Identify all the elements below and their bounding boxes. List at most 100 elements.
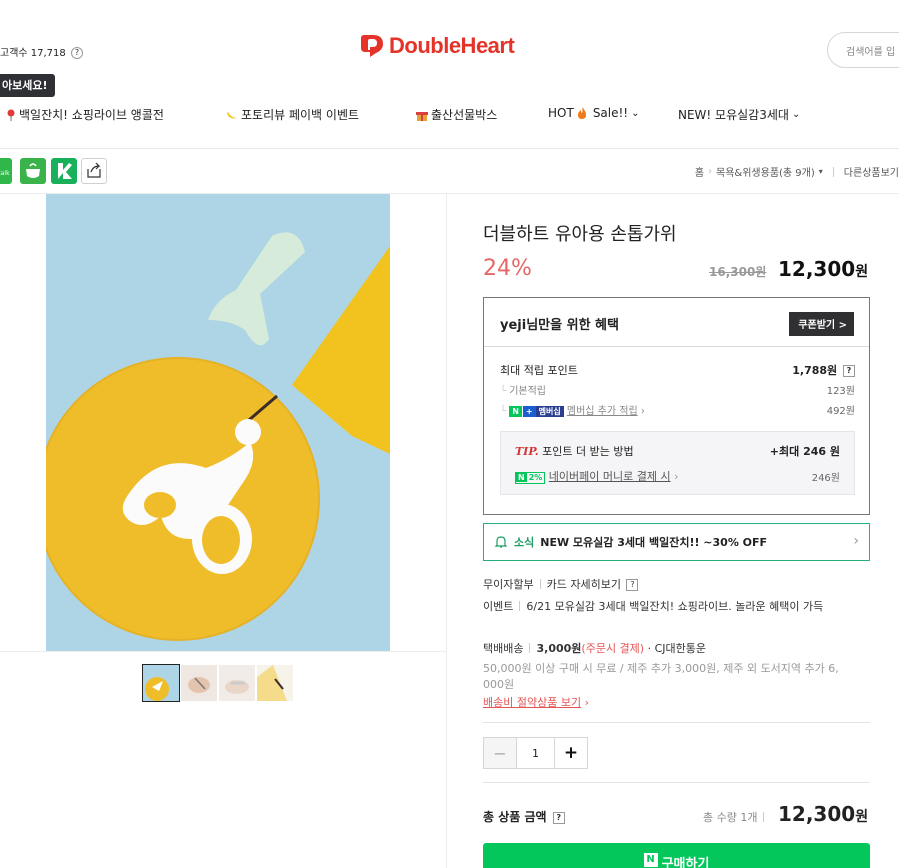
heart-logo-icon bbox=[361, 35, 383, 57]
quantity-minus-button[interactable]: − bbox=[484, 738, 517, 768]
news-banner[interactable]: 소식 NEW 모유실감 3세대 백일잔치!! ~30% OFF › bbox=[483, 523, 870, 561]
base-points-label: └ 기본적립 bbox=[500, 386, 547, 397]
nav-item-photo-review[interactable]: 포토리뷰 페이백 이벤트 bbox=[226, 106, 359, 123]
benefit-heading: yeji님만을 위한 혜택 bbox=[500, 318, 619, 333]
other-products-link[interactable]: 다른상품보기 bbox=[844, 164, 899, 179]
tip-mark: TIP. bbox=[515, 445, 539, 458]
shipping-saving-link[interactable]: 배송비 절약상품 보기 › bbox=[483, 694, 589, 710]
kakao-story-share-icon[interactable] bbox=[51, 158, 77, 184]
divider bbox=[484, 346, 869, 347]
naver-pay-2pct-icon: N 2% bbox=[515, 472, 546, 484]
buy-button-label: 구매하기 bbox=[661, 857, 710, 868]
delivery-label: 택배배송 bbox=[483, 642, 524, 655]
tip-value: +최대 246 원 bbox=[769, 445, 840, 458]
news-tag: 소식 bbox=[514, 536, 535, 549]
talk-share-icon[interactable]: talk bbox=[0, 158, 12, 184]
nav-item-new-series[interactable]: NEW! 모유실감3세대 ⌄ bbox=[678, 106, 800, 123]
help-icon[interactable]: ? bbox=[626, 579, 639, 591]
npay-badge-text: 2% bbox=[528, 473, 543, 482]
max-points-label: 최대 적립 포인트 bbox=[500, 364, 578, 377]
event-row[interactable]: 이벤트 6/21 모유실감 3세대 백일잔치! 쇼핑라이브. 놀라운 혜택이 가득 bbox=[483, 598, 823, 614]
nav-item-label: 포토리뷰 페이백 이벤트 bbox=[241, 108, 360, 122]
base-points-text: 기본적립 bbox=[509, 386, 547, 397]
chevron-right-icon: › bbox=[584, 696, 589, 709]
banana-icon bbox=[227, 111, 237, 118]
thumbnail-2[interactable] bbox=[181, 665, 217, 701]
membership-points-row[interactable]: └ N + 멤버십 멤버십 추가 적립 › 492원 bbox=[500, 402, 855, 417]
bell-icon bbox=[494, 536, 508, 548]
membership-points-value: 492원 bbox=[826, 406, 855, 417]
visitor-count-text: 고객수 17,718 bbox=[0, 48, 66, 59]
sale-price: 12,300원 bbox=[778, 257, 868, 281]
max-points-row: 최대 적립 포인트 1,788원 ? bbox=[500, 362, 855, 378]
brand-logo[interactable]: DoubleHeart bbox=[359, 33, 515, 59]
coupon-button[interactable]: 쿠폰받기 > bbox=[789, 312, 854, 336]
sale-price-value: 12,300 bbox=[778, 257, 856, 281]
currency: 원 bbox=[855, 264, 869, 280]
delivery-condition-line1: 50,000원 이상 구매 시 무료 / 제주 추가 3,000원, 제주 외 … bbox=[483, 662, 839, 675]
share-icon[interactable] bbox=[81, 158, 107, 184]
product-image[interactable] bbox=[46, 194, 390, 651]
brand-name: DoubleHeart bbox=[389, 33, 515, 58]
search-input[interactable]: 검색어를 입 bbox=[827, 32, 899, 68]
nav-item-gift-box[interactable]: 출산선물박스 bbox=[416, 106, 497, 123]
quantity-plus-button[interactable]: + bbox=[554, 738, 587, 768]
chevron-down-icon: ⌄ bbox=[631, 107, 640, 119]
nav-item-hot-sale[interactable]: HOT Sale!! ⌄ bbox=[548, 106, 640, 120]
fire-icon bbox=[577, 107, 586, 119]
total-count-text: 총 수량 1개 bbox=[703, 811, 758, 824]
nav-item-label2: Sale!! bbox=[592, 106, 629, 120]
npay-money-row[interactable]: N 2% 네이버페이 머니로 결제 시 › 246원 bbox=[515, 468, 840, 484]
thumbnail-4[interactable] bbox=[257, 665, 293, 701]
breadcrumb-home[interactable]: 홈 bbox=[695, 164, 704, 179]
event-text: 6/21 모유실감 3세대 백일잔치! 쇼핑라이브. 놀라운 혜택이 가득 bbox=[526, 600, 824, 613]
help-icon[interactable]: ? bbox=[552, 812, 565, 824]
category-nav: 백일잔치! 쇼핑라이브 앵콜전 포토리뷰 페이백 이벤트 출산선물박스 HOT … bbox=[0, 106, 899, 126]
help-icon[interactable]: ? bbox=[70, 47, 83, 59]
chevron-down-icon: ⌄ bbox=[791, 109, 801, 120]
base-points-value: 123원 bbox=[826, 386, 855, 397]
delivery-condition-line2: 000원 bbox=[483, 678, 515, 691]
membership-badge: 멤버십 bbox=[535, 406, 564, 417]
card-detail-link[interactable]: 카드 자세히보기 bbox=[547, 578, 621, 591]
npay-money-value: 246원 bbox=[811, 472, 840, 484]
base-points-row: └ 기본적립 123원 bbox=[500, 382, 855, 397]
divider bbox=[483, 782, 870, 783]
original-price: 16,300원 bbox=[709, 265, 767, 279]
divider bbox=[0, 651, 446, 652]
total-label-text: 총 상품 금액 bbox=[483, 810, 547, 824]
total-count: 총 수량 1개 bbox=[703, 809, 770, 825]
chevron-down-icon: ▾ bbox=[818, 167, 823, 176]
max-points-amount: 1,788원 bbox=[792, 364, 838, 377]
nav-item-live[interactable]: 백일잔치! 쇼핑라이브 앵콜전 bbox=[6, 106, 164, 123]
divider bbox=[446, 194, 447, 868]
delivery-fee-note: (주문시 결제) bbox=[581, 642, 645, 655]
gift-icon bbox=[416, 111, 428, 121]
thumbnail-3[interactable] bbox=[219, 665, 255, 701]
discount-rate: 24% bbox=[483, 256, 532, 281]
nav-item-label: HOT bbox=[548, 106, 574, 120]
npay-money-label: N 2% 네이버페이 머니로 결제 시 › bbox=[515, 468, 679, 484]
installment-row: 무이자할부 카드 자세히보기 ? bbox=[483, 576, 639, 592]
divider bbox=[483, 722, 870, 723]
pin-icon bbox=[7, 109, 15, 121]
thumbnail-1[interactable] bbox=[142, 664, 180, 702]
naver-pay-icon: N bbox=[643, 853, 658, 867]
divider bbox=[0, 148, 899, 149]
total-label: 총 상품 금액 ? bbox=[483, 808, 565, 825]
shipping-saving-text: 배송비 절약상품 보기 bbox=[483, 696, 582, 709]
blog-share-icon[interactable] bbox=[20, 158, 46, 184]
tip-row: TIP. 포인트 더 받는 방법 +최대 246 원 bbox=[515, 443, 840, 459]
delivery-fee: 3,000원 bbox=[536, 642, 582, 655]
buy-button[interactable]: N 구매하기 bbox=[483, 843, 870, 868]
naver-pay-icon: N bbox=[509, 406, 522, 417]
tip-label: TIP. 포인트 더 받는 방법 bbox=[515, 443, 634, 459]
product-title: 더블하트 유아용 손톱가위 bbox=[483, 224, 677, 245]
plus-membership-icon: + bbox=[522, 406, 536, 417]
quantity-input[interactable]: 1 bbox=[517, 738, 554, 768]
help-icon[interactable]: ? bbox=[843, 365, 855, 377]
total-price-value: 12,300 bbox=[778, 802, 856, 826]
delivery-row: 택배배송 3,000원(주문시 결제) · CJ대한통운 bbox=[483, 640, 706, 656]
breadcrumb-category[interactable]: 목욕&위생용품(총 9개) bbox=[716, 164, 815, 179]
membership-points-text: 멤버십 추가 적립 bbox=[566, 406, 638, 417]
